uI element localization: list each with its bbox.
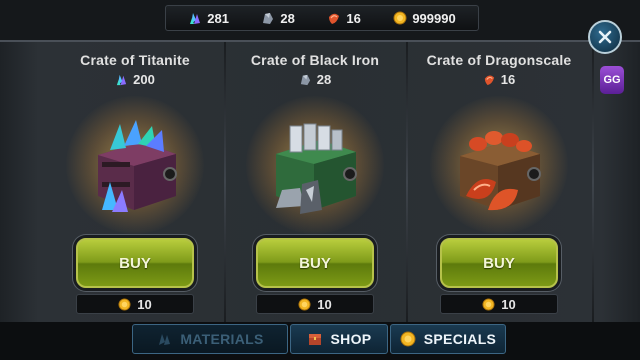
crate-panel-black-iron: Crate of Black Iron 28 BUY 10 [226,42,404,322]
gold-coin-icon [400,331,416,347]
titanite-icon [190,13,201,24]
buy-button-dragonscale[interactable]: BUY [440,238,558,288]
black-iron-crate-icon [276,123,357,214]
materials-icon [159,334,171,345]
crate-contents: 16 [410,72,588,87]
titanite-crate-icon [98,120,177,212]
close-icon [598,30,612,44]
gold-coin-icon [482,297,495,311]
resource-bar: 281 28 16 999990 [165,5,479,31]
gold-coin-icon [393,11,407,25]
crate-panel-titanite: Crate of Titanite 200 BUY 10 [46,42,224,322]
titanite-icon [116,74,127,86]
close-button[interactable] [588,20,622,54]
price-tag: 10 [76,294,194,314]
dragonscale-icon [484,75,494,86]
crate-title: Crate of Dragonscale [426,52,572,68]
panel-divider [406,42,408,322]
shop-chest-icon [308,334,321,345]
tab-shop[interactable]: SHOP [290,324,388,354]
resource-dragonscale: 16 [327,11,361,26]
bottom-tab-bar: MATERIALS SHOP SPECIALS [0,322,640,360]
tab-materials[interactable]: MATERIALS [132,324,288,354]
crate-title: Crate of Titanite [80,52,190,68]
game-guardian-overlay-icon[interactable]: GG [600,66,624,94]
black-iron-icon [300,74,310,86]
crate-contents: 200 [46,72,224,87]
crate-title: Crate of Black Iron [250,52,380,68]
gold-coin-icon [118,297,131,311]
buy-button-titanite[interactable]: BUY [76,238,194,288]
price-tag: 10 [440,294,558,314]
buy-button-black-iron[interactable]: BUY [256,238,374,288]
tab-specials[interactable]: SPECIALS [390,324,506,354]
gold-coin-icon [298,297,311,311]
resource-gold: 999990 [393,11,456,26]
crate-panel-dragonscale: Crate of Dragonscale 16 BUY 10 [410,42,588,322]
black-iron-icon [263,13,274,24]
price-tag: 10 [256,294,374,314]
resource-titanite: 281 [188,11,229,26]
panel-divider [592,42,594,322]
resource-black-iron: 28 [261,11,295,26]
crate-contents: 28 [226,72,404,87]
dragonscale-crate-icon [460,131,541,211]
dragonscale-icon [329,13,340,24]
